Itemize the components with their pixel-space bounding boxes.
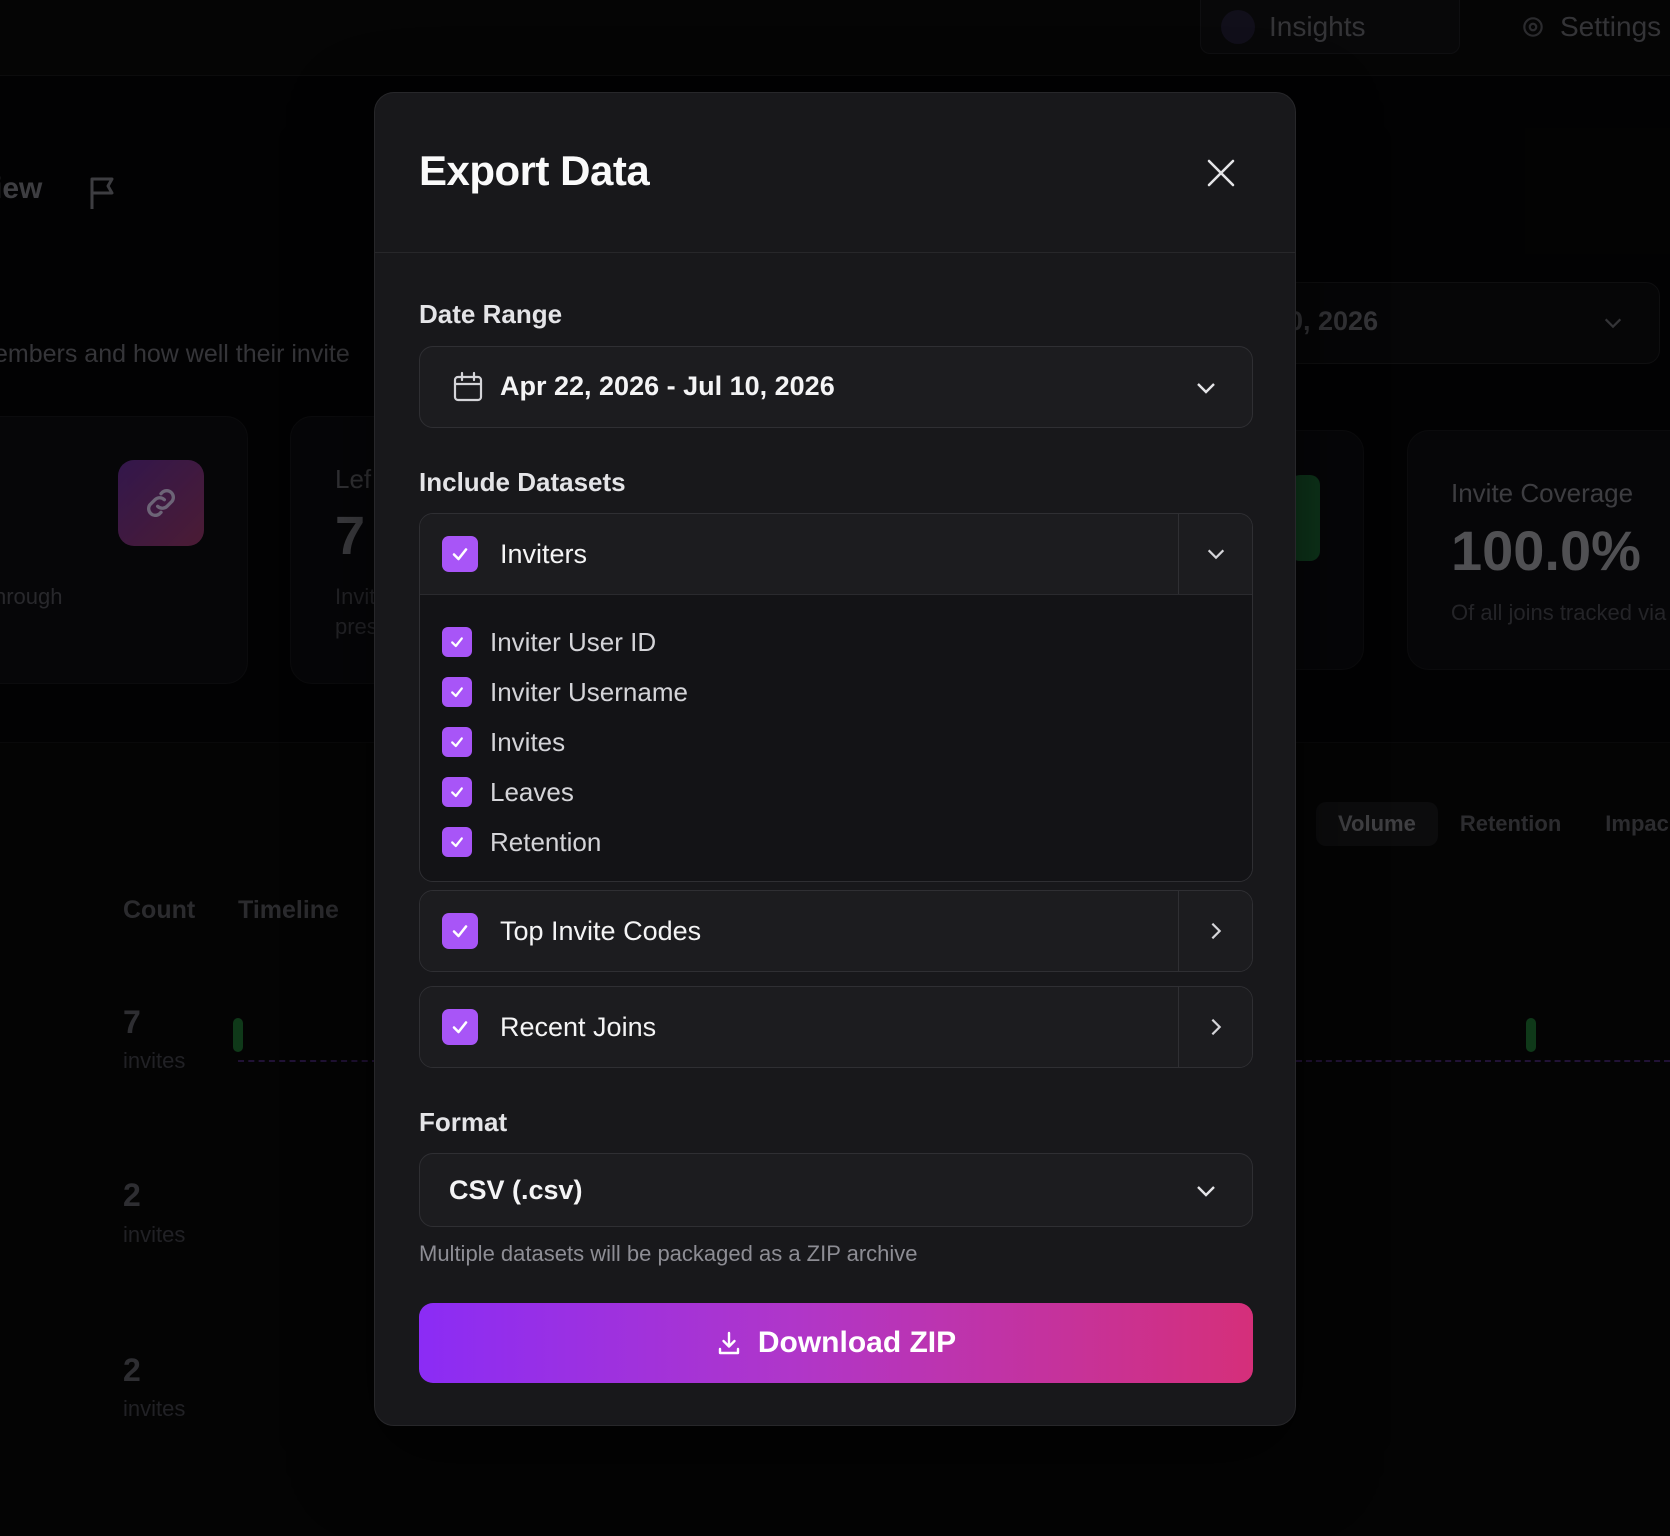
field-label: Inviter Username: [490, 676, 688, 707]
field-invites[interactable]: Invites: [420, 717, 1252, 767]
include-datasets-label: Include Datasets: [419, 467, 626, 497]
dataset-name: Inviters: [500, 538, 588, 569]
checkmark-icon: [451, 787, 463, 798]
dataset-name: Recent Joins: [500, 1011, 657, 1042]
close-icon: [1207, 159, 1235, 187]
field-checkbox[interactable]: [442, 777, 472, 807]
field-label: Invites: [490, 726, 566, 757]
field-checkbox[interactable]: [442, 727, 472, 757]
download-icon: [718, 1331, 740, 1355]
field-label: Leaves: [490, 776, 574, 807]
modal-title: Export Data: [419, 147, 650, 194]
chevron-down-icon: [1197, 383, 1215, 394]
dataset-top-invite-codes: Top Invite Codes: [419, 890, 1253, 972]
download-zip-button[interactable]: Download ZIP: [419, 1303, 1253, 1383]
dataset-collapse-toggle[interactable]: [1178, 514, 1252, 594]
dataset-header: Top Invite Codes: [420, 891, 1252, 971]
field-label: Inviter User ID: [490, 626, 657, 657]
download-button-label: Download ZIP: [757, 1326, 957, 1359]
close-button[interactable]: [1193, 145, 1249, 201]
field-checkbox[interactable]: [442, 827, 472, 857]
calendar-icon: [453, 371, 483, 402]
date-range-label: Date Range: [419, 299, 563, 329]
field-label: Retention: [490, 826, 602, 857]
page: Insights Settings iew embers and how wel…: [0, 0, 1670, 1536]
dataset-expand-toggle[interactable]: [1178, 987, 1252, 1067]
dataset-inviters: Inviters Inviter User ID Inviter Usernam…: [419, 513, 1253, 882]
field-checkbox[interactable]: [442, 677, 472, 707]
dataset-checkbox[interactable]: [442, 536, 478, 572]
checkmark-icon: [451, 687, 463, 698]
checkmark-icon: [452, 548, 468, 561]
dataset-checkbox[interactable]: [442, 913, 478, 949]
dataset-checkbox[interactable]: [442, 1009, 478, 1045]
format-select[interactable]: CSV (.csv): [419, 1153, 1253, 1227]
dataset-header: Inviters: [420, 514, 1252, 594]
format-value: CSV (.csv): [449, 1175, 583, 1205]
dataset-expand-toggle[interactable]: [1178, 891, 1252, 971]
chevron-right-icon: [1211, 1018, 1221, 1036]
modal-header: Export Data: [375, 93, 1295, 253]
export-data-modal: Export Data Date Range Apr 22, 2026 - Ju…: [374, 92, 1296, 1426]
checkmark-icon: [451, 637, 463, 648]
field-inviter-user-id[interactable]: Inviter User ID: [420, 617, 1252, 667]
field-retention[interactable]: Retention: [420, 817, 1252, 867]
checkmark-icon: [451, 737, 463, 748]
field-checkbox[interactable]: [442, 627, 472, 657]
dataset-name: Top Invite Codes: [500, 915, 702, 946]
dataset-header: Recent Joins: [420, 987, 1252, 1067]
dataset-recent-joins: Recent Joins: [419, 986, 1253, 1068]
dataset-fields: Inviter User ID Inviter Username Invites…: [420, 594, 1252, 881]
date-range-value: Apr 22, 2026 - Jul 10, 2026: [500, 371, 835, 401]
checkmark-icon: [452, 925, 468, 938]
checkmark-icon: [451, 837, 463, 848]
checkmark-icon: [452, 1021, 468, 1034]
format-hint: Multiple datasets will be packaged as a …: [419, 1241, 918, 1266]
format-label: Format: [419, 1107, 508, 1137]
field-leaves[interactable]: Leaves: [420, 767, 1252, 817]
chevron-down-icon: [1197, 1186, 1215, 1197]
chevron-right-icon: [1211, 922, 1221, 940]
date-range-select[interactable]: Apr 22, 2026 - Jul 10, 2026: [419, 346, 1253, 428]
field-inviter-username[interactable]: Inviter Username: [420, 667, 1252, 717]
chevron-down-icon: [1207, 549, 1224, 560]
